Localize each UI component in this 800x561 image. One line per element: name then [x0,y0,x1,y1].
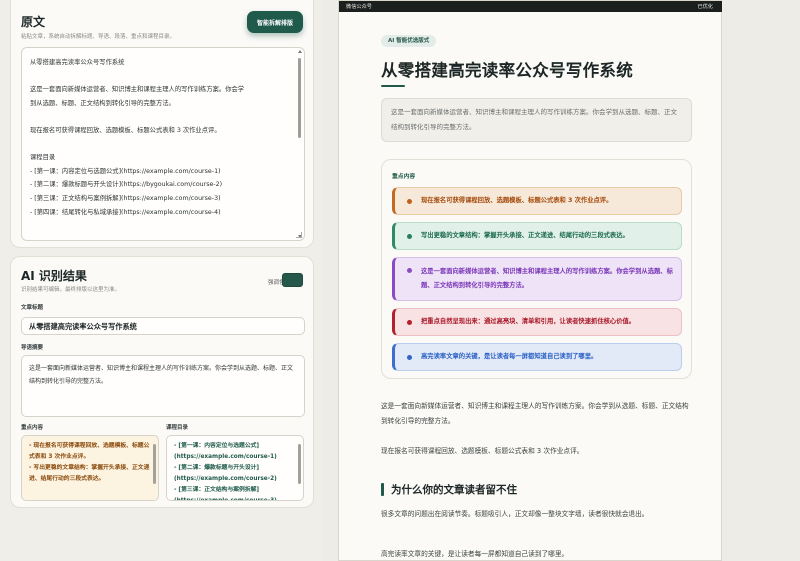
preview-paragraph: 高完读率文章的关键，是让读者每一屏都知道自己读到了哪里。 [381,550,569,558]
source-text[interactable]: 从零搭建高完读率公众号写作系统 这是一套面向新媒体运营者、知识博主和课程主理人的… [30,56,296,219]
ai-result-title: AI 识别结果 [21,269,87,283]
summary-textarea[interactable]: 这是一套面向新媒体运营者、知识博主和课程主理人的写作训练方案。你会学到从选题、标… [21,355,305,417]
preview-status-label: 已优化 [697,4,713,10]
keypoint-text: 写出更稳的文章结构：掌握开头承接、正文递进、结尾行动的三段式表达。 [421,232,629,239]
keypoint-item: 高完读率文章的关键，是让读者每一屏都知道自己读到了哪里。 [392,343,682,371]
layout-tag: AI 智能优选版式 [381,35,437,47]
keypoints-scrollbar[interactable] [153,444,156,484]
accent-color-picker[interactable] [282,273,303,287]
preview-platform-label: 微信公众号 [346,4,372,10]
source-card-title: 原文 [21,15,46,29]
preview-keypoints-card: 重点内容 现在报名可获得课程回放、选题模板、标题公式表和 3 次作业点评。 写出… [381,159,692,379]
keypoint-item: 现在报名可获得课程回放、选题模板、标题公式表和 3 次作业点评。 [392,187,682,215]
source-card-subtitle: 粘贴文章，系统自动拆解标题、导语、段落、重点和课程目录。 [21,34,176,40]
toc-textarea[interactable]: - [第一课：内容定位与选题公式](https://example.com/co… [166,435,304,501]
scroll-up-icon[interactable] [298,50,302,53]
preview-paragraph: 很多文章的问题出在阅读节奏。标题吸引人，正文却像一整块文字墙，读者很快就会退出。 [381,510,649,518]
page-background-right [722,0,800,561]
preview-status-bar: 微信公众号 已优化 [339,1,723,12]
ai-result-card: AI 识别结果 识别结果可编辑，最终排版以这里为准。 强调色 文章标题 从零搭建… [10,256,314,508]
smart-layout-button[interactable]: 智能拆解排版 [247,11,303,33]
keypoint-text: 现在报名可获得课程回放、选题模板、标题公式表和 3 次作业点评。 [421,197,613,204]
toc-scrollbar[interactable] [298,444,301,484]
bullet-dot-icon [407,354,412,360]
scrollbar-thumb[interactable] [298,58,301,138]
keypoint-item: 把重点自然呈现出来：通过高亮块、清单和引用，让读者快速抓住核心价值。 [392,308,682,336]
summary-label: 导语摘要 [21,345,44,351]
bullet-dot-icon [407,319,412,325]
source-card: 原文 粘贴文章，系统自动拆解标题、导语、段落、重点和课程目录。 智能拆解排版 从… [10,0,314,248]
editor-panel: 原文 粘贴文章，系统自动拆解标题、导语、段落、重点和课程目录。 智能拆解排版 从… [0,0,322,561]
title-underline [381,85,405,87]
keypoint-text: 把重点自然呈现出来：通过高亮块、清单和引用，让读者快速抓住核心价值。 [421,318,636,325]
preview-paragraph: 现在报名可获得课程回放、选题模板、标题公式表和 3 次作业点评。 [381,447,584,455]
article-title-input[interactable]: 从零搭建高完读率公众号写作系统 [21,317,305,335]
article-title-label: 文章标题 [21,305,44,311]
preview-paragraph: 这是一套面向新媒体运营者、知识博主和课程主理人的写作训练方案。你会学到从选题、标… [381,402,689,425]
preview-keypoints-heading: 重点内容 [392,174,416,180]
keypoints-textarea[interactable]: - 现在报名可获得课程回放、选题模板、标题公式表和 3 次作业点评。 - 写出更… [21,435,159,501]
keypoint-item: 写出更稳的文章结构：掌握开头承接、正文递进、结尾行动的三段式表达。 [392,222,682,250]
keypoints-label: 重点内容 [21,425,44,431]
bullet-dot-icon [407,233,412,239]
keypoint-text: 这是一套面向新媒体运营者、知识博主和课程主理人的写作训练方案。你会学到从选题、标… [421,268,673,289]
toc-label: 课程目录 [166,425,189,431]
ai-result-subtitle: 识别结果可编辑，最终排版以这里为准。 [21,287,121,293]
preview-section-heading: 为什么你的文章读者留不住 [391,484,517,496]
source-textarea[interactable]: 从零搭建高完读率公众号写作系统 这是一套面向新媒体运营者、知识博主和课程主理人的… [21,47,305,241]
toc-text[interactable]: - [第一课：内容定位与选题公式](https://example.com/co… [174,441,296,500]
keypoint-item: 这是一套面向新媒体运营者、知识博主和课程主理人的写作训练方案。你会学到从选题、标… [392,257,682,301]
wechat-preview: 微信公众号 已优化 AI 智能优选版式 从零搭建高完读率公众号写作系统 这是一套… [338,0,723,561]
bullet-dot-icon [407,268,412,273]
keypoints-text[interactable]: - 现在报名可获得课程回放、选题模板、标题公式表和 3 次作业点评。 - 写出更… [29,441,151,485]
resize-grip-icon[interactable] [296,232,302,238]
preview-summary: 这是一套面向新媒体运营者、知识博主和课程主理人的写作训练方案。你会学到从选题、标… [381,98,692,142]
bullet-dot-icon [407,198,412,204]
preview-article-title: 从零搭建高完读率公众号写作系统 [381,61,633,80]
section-heading-bar [381,483,384,496]
keypoint-text: 高完读率文章的关键，是让读者每一屏都知道自己读到了哪里。 [421,353,598,360]
